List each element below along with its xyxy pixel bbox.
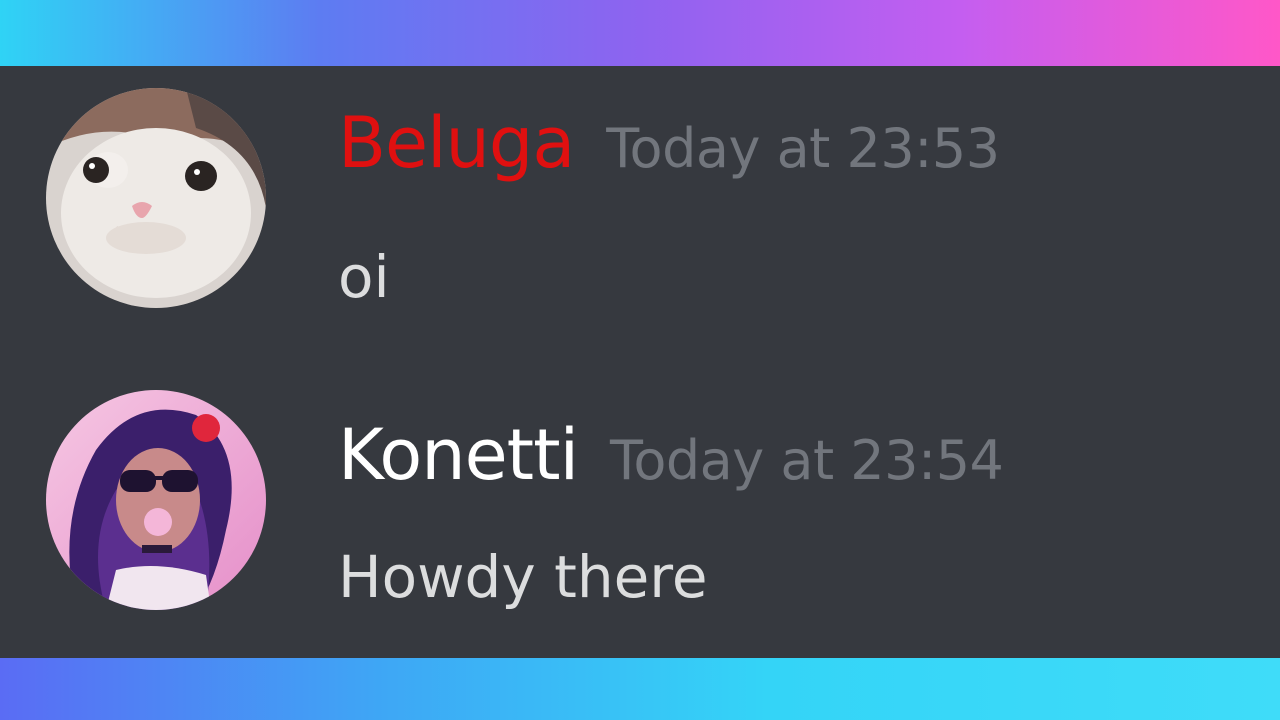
- timestamp[interactable]: Today at 23:54: [610, 429, 1004, 492]
- message-text: Howdy there: [338, 543, 708, 611]
- username[interactable]: Konetti: [338, 414, 579, 496]
- cat-avatar-icon[interactable]: [46, 88, 266, 308]
- message-text: oi: [338, 243, 390, 311]
- top-gradient-band: [0, 0, 1280, 66]
- message-header: Beluga Today at 23:53: [338, 108, 1000, 178]
- chat-message-list: Beluga Today at 23:53 oi Konetti Today a…: [0, 66, 1280, 658]
- bottom-gradient-band: [0, 658, 1280, 720]
- username[interactable]: Beluga: [338, 102, 575, 184]
- message-header: Konetti Today at 23:54: [338, 420, 1004, 492]
- woman-avatar-icon[interactable]: [46, 390, 266, 610]
- timestamp[interactable]: Today at 23:53: [606, 117, 1000, 180]
